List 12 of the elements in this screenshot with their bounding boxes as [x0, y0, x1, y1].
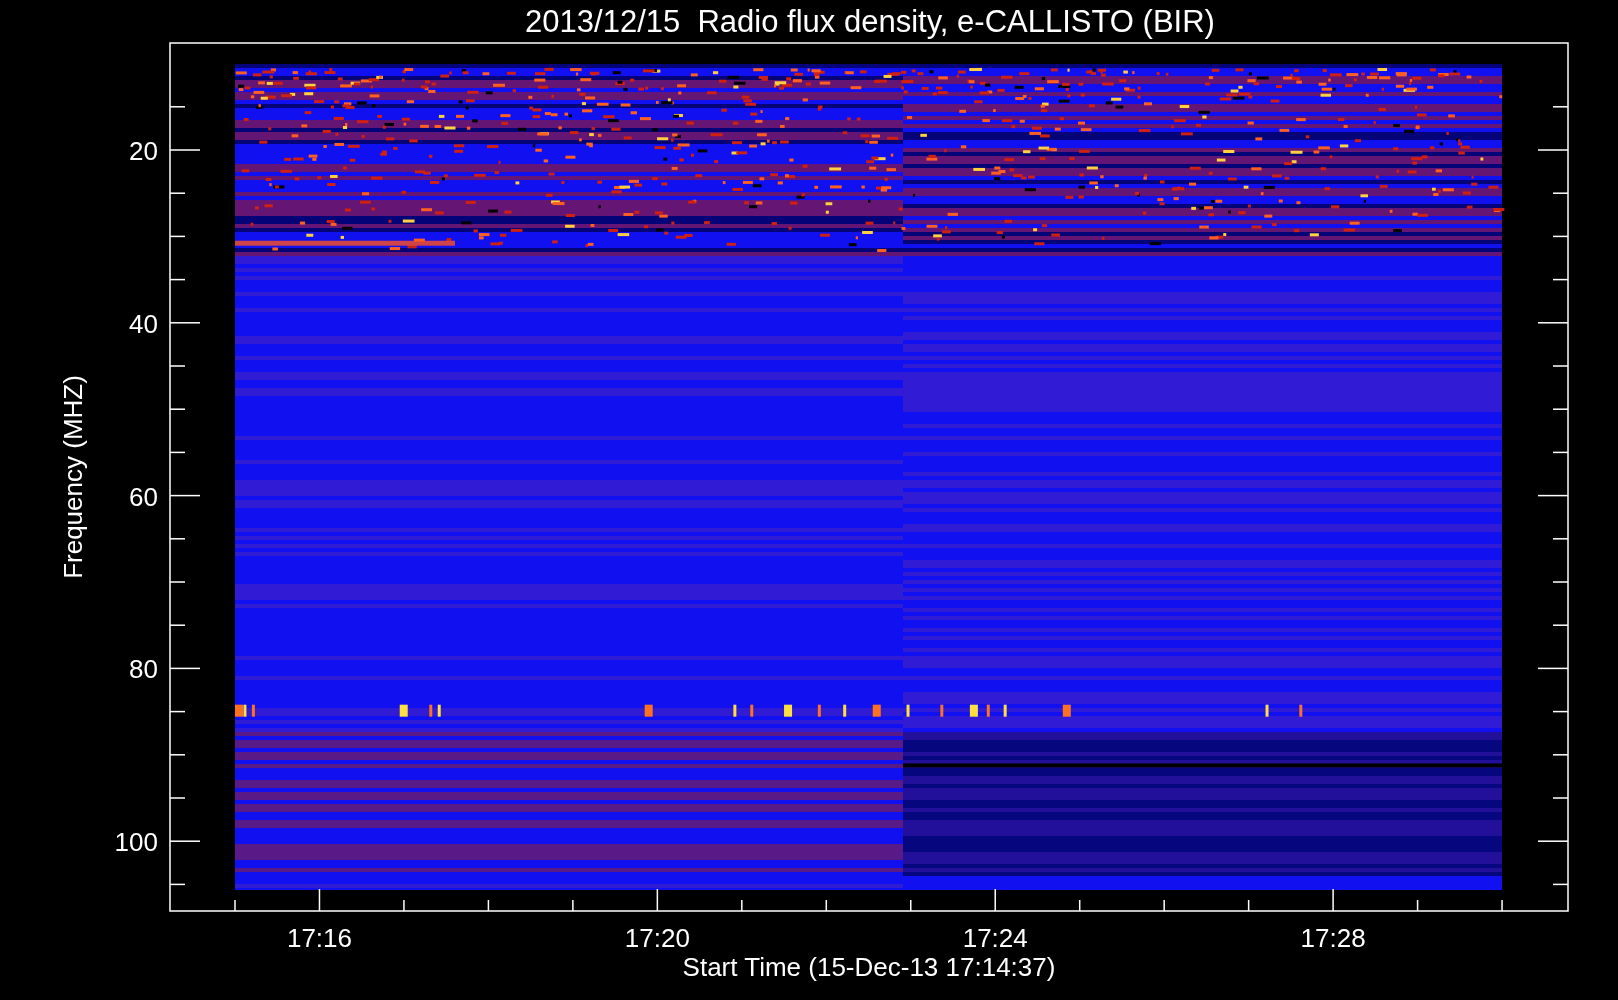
y-tick-label: 20	[129, 136, 158, 166]
x-axis-label: Start Time (15-Dec-13 17:14:37)	[682, 952, 1056, 982]
y-tick-label: 40	[129, 308, 158, 339]
x-tick-label: 17:28	[1300, 923, 1366, 953]
x-tick-label: 17:16	[286, 923, 352, 953]
y-tick-label: 80	[129, 654, 158, 685]
y-axis-label: Frequency (MHZ)	[58, 375, 88, 579]
x-tick-label: 17:20	[624, 923, 690, 953]
y-tick-label: 100	[114, 827, 158, 858]
y-tick-label: 60	[129, 481, 158, 512]
plot-title: 2013/12/15 Radio flux density, e-CALLISTO (BIR)	[525, 4, 1215, 39]
x-tick-label: 17:24	[962, 923, 1028, 953]
